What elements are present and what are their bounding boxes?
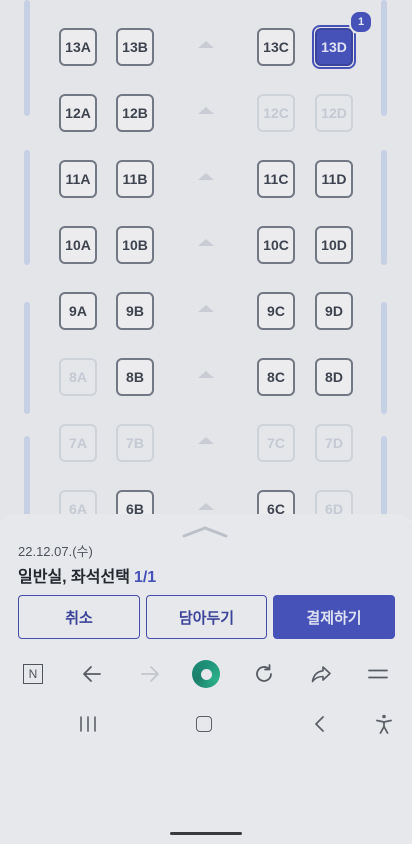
seat-label: 10B [122, 237, 148, 253]
naver-n-icon[interactable]: N [13, 654, 53, 694]
seat-10b[interactable]: 10B [116, 226, 154, 264]
seat-label: 7B [126, 435, 144, 451]
wall-right [381, 0, 387, 116]
save-for-later-button[interactable]: 담아두기 [146, 595, 267, 639]
home-indicator [170, 832, 242, 835]
accessibility-icon[interactable] [364, 704, 404, 744]
seat-class-title: 일반실, 좌석선택 [18, 569, 130, 586]
cancel-button[interactable]: 취소 [18, 595, 140, 639]
seat-label: 10D [321, 237, 347, 253]
seat-10d[interactable]: 10D [315, 226, 353, 264]
aisle-direction-icon [198, 437, 214, 444]
seat-label: 11A [65, 171, 91, 187]
seat-12d: 12D [315, 94, 353, 132]
aisle-direction-icon [198, 305, 214, 312]
seat-12a[interactable]: 12A [59, 94, 97, 132]
seat-7b: 7B [116, 424, 154, 462]
refresh-icon[interactable] [244, 654, 284, 694]
seat-label: 13B [122, 39, 148, 55]
seat-11b[interactable]: 11B [116, 160, 154, 198]
seat-11a[interactable]: 11A [59, 160, 97, 198]
wall-right [381, 436, 387, 520]
seat-label: 11D [321, 171, 347, 187]
aisle-direction-icon [198, 107, 214, 114]
seat-8b[interactable]: 8B [116, 358, 154, 396]
seat-label: 9D [325, 303, 343, 319]
seat-8c[interactable]: 8C [257, 358, 295, 396]
seat-label: 7C [267, 435, 285, 451]
aisle-direction-icon [198, 41, 214, 48]
seat-13d[interactable]: 13D 1 [312, 10, 373, 69]
seat-8a: 8A [59, 358, 97, 396]
aisle-direction-icon [198, 173, 214, 180]
aisle-direction-icon [198, 371, 214, 378]
seat-label: 13A [65, 39, 91, 55]
seat-11d[interactable]: 11D [315, 160, 353, 198]
aisle-direction-icon [198, 503, 214, 510]
wall-left [24, 302, 30, 414]
seat-9b[interactable]: 9B [116, 292, 154, 330]
home-icon[interactable] [184, 704, 224, 744]
seat-label: 11C [263, 171, 289, 187]
seat-label: 12B [122, 105, 148, 121]
seat-label: 12D [321, 105, 347, 121]
seat-7a: 7A [59, 424, 97, 462]
sheet-handle-icon[interactable] [180, 522, 230, 540]
seat-9d[interactable]: 9D [315, 292, 353, 330]
share-icon[interactable] [301, 654, 341, 694]
seat-9a[interactable]: 9A [59, 292, 97, 330]
seat-label: 7D [325, 435, 343, 451]
back-icon[interactable] [300, 704, 340, 744]
seat-label: 9A [69, 303, 87, 319]
selection-badge: 1 [349, 10, 373, 34]
seat-label: 8B [126, 369, 144, 385]
seat-12c: 12C [257, 94, 295, 132]
seat-8d[interactable]: 8D [315, 358, 353, 396]
seat-label: 8D [325, 369, 343, 385]
seat-label: 13C [263, 39, 289, 55]
wall-left [24, 0, 30, 116]
aisle-direction-icon [198, 239, 214, 246]
menu-icon[interactable] [358, 654, 398, 694]
seat-label: 13D [321, 39, 347, 55]
wall-right [381, 150, 387, 265]
wall-right [381, 302, 387, 414]
back-arrow-icon[interactable] [72, 654, 112, 694]
seat-label: 11B [122, 171, 148, 187]
seat-label: 9B [126, 303, 144, 319]
recent-apps-icon[interactable] [68, 704, 108, 744]
browser-toolbar: N [0, 654, 412, 694]
seat-13b[interactable]: 13B [116, 28, 154, 66]
wall-left [24, 436, 30, 520]
whale-home-icon[interactable] [186, 654, 226, 694]
travel-date: 22.12.07.(수) [18, 544, 93, 559]
seat-label: 7A [69, 435, 87, 451]
seat-10a[interactable]: 10A [59, 226, 97, 264]
seat-label: 9C [267, 303, 285, 319]
seat-7c: 7C [257, 424, 295, 462]
naver-n-label: N [23, 664, 43, 684]
seat-9c[interactable]: 9C [257, 292, 295, 330]
wall-left [24, 150, 30, 265]
seat-map[interactable]: 13A 13B 13C 13D 1 12A 12B 12C 12D 11A 11B 11C 11D 10A… [0, 0, 412, 520]
seat-7d: 7D [315, 424, 353, 462]
pay-button[interactable]: 결제하기 [273, 595, 395, 639]
seat-label: 10C [263, 237, 289, 253]
system-nav-bar [0, 704, 412, 744]
seat-label: 8A [69, 369, 87, 385]
seat-label: 12C [263, 105, 289, 121]
seat-label: 10A [65, 237, 91, 253]
selection-count: 1/1 [133, 569, 157, 586]
sheet-title: 일반실, 좌석선택 1/1 [18, 563, 156, 587]
seat-12b[interactable]: 12B [116, 94, 154, 132]
seat-13a[interactable]: 13A [59, 28, 97, 66]
forward-arrow-icon [130, 654, 170, 694]
selection-sheet: 22.12.07.(수) 일반실, 좌석선택 1/1 취소 담아두기 결제하기 N [0, 514, 412, 844]
seat-13c[interactable]: 13C [257, 28, 295, 66]
seat-11c[interactable]: 11C [257, 160, 295, 198]
seat-label: 12A [65, 105, 91, 121]
seat-10c[interactable]: 10C [257, 226, 295, 264]
seat-label: 8C [267, 369, 285, 385]
